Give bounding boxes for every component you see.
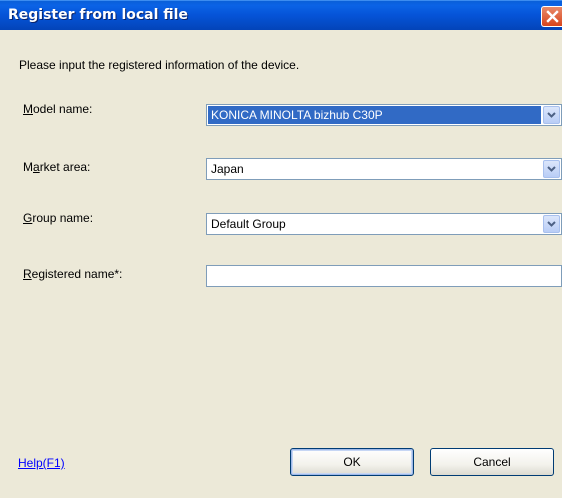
chevron-down-icon xyxy=(547,112,556,118)
market-area-value: Japan xyxy=(211,162,244,176)
chevron-down-icon xyxy=(547,221,556,227)
chevron-down-icon xyxy=(547,166,556,172)
window-title: Register from local file xyxy=(8,7,188,23)
model-name-label: Model name: xyxy=(23,102,93,116)
dialog-body: Please input the registered information … xyxy=(0,30,562,498)
group-name-combobox[interactable]: Default Group xyxy=(206,213,562,235)
market-area-dropdown-button[interactable] xyxy=(543,160,560,178)
registered-name-label: Registered name*: xyxy=(23,267,123,281)
registered-name-input[interactable] xyxy=(206,265,562,287)
help-link[interactable]: Help(F1) xyxy=(18,456,65,470)
close-icon xyxy=(545,10,559,23)
group-name-dropdown-button[interactable] xyxy=(543,215,560,233)
cancel-button[interactable]: Cancel xyxy=(430,448,554,476)
model-name-value: KONICA MINOLTA bizhub C30P xyxy=(208,106,541,124)
model-name-combobox[interactable]: KONICA MINOLTA bizhub C30P xyxy=(206,104,562,126)
group-name-value: Default Group xyxy=(211,217,286,231)
close-button[interactable] xyxy=(541,6,562,27)
instruction-text: Please input the registered information … xyxy=(19,58,300,72)
market-area-label: Market area: xyxy=(23,160,91,174)
model-name-dropdown-button[interactable] xyxy=(543,106,560,124)
title-bar[interactable]: Register from local file xyxy=(0,0,562,30)
group-name-label: Group name: xyxy=(23,211,94,225)
ok-button[interactable]: OK xyxy=(290,448,414,476)
market-area-combobox[interactable]: Japan xyxy=(206,158,562,180)
